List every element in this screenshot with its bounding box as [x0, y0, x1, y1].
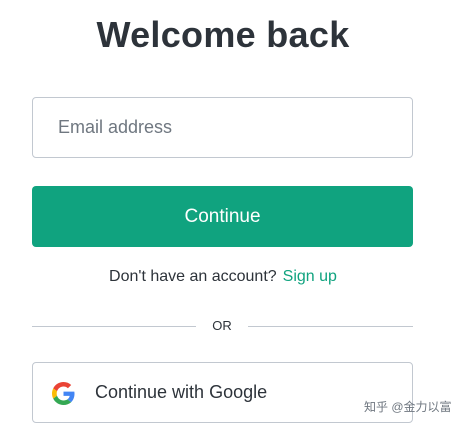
or-divider: OR: [32, 316, 413, 336]
email-input[interactable]: [32, 97, 413, 158]
signup-prompt: Don't have an account?: [109, 268, 277, 285]
signup-row: Don't have an account? Sign up: [0, 268, 446, 286]
continue-with-google-button[interactable]: Continue with Google: [32, 362, 413, 423]
continue-button[interactable]: Continue: [32, 186, 413, 247]
watermark: 知乎 @金力以富: [364, 400, 452, 414]
divider-label: OR: [212, 318, 232, 333]
signup-link[interactable]: Sign up: [283, 268, 337, 285]
page-title: Welcome back: [96, 14, 350, 55]
google-icon: [52, 382, 75, 405]
login-page: Welcome back Continue Don't have an acco…: [0, 0, 474, 429]
google-button-label: Continue with Google: [95, 382, 268, 402]
divider-line-right: [248, 326, 413, 327]
divider-line-left: [32, 326, 196, 327]
